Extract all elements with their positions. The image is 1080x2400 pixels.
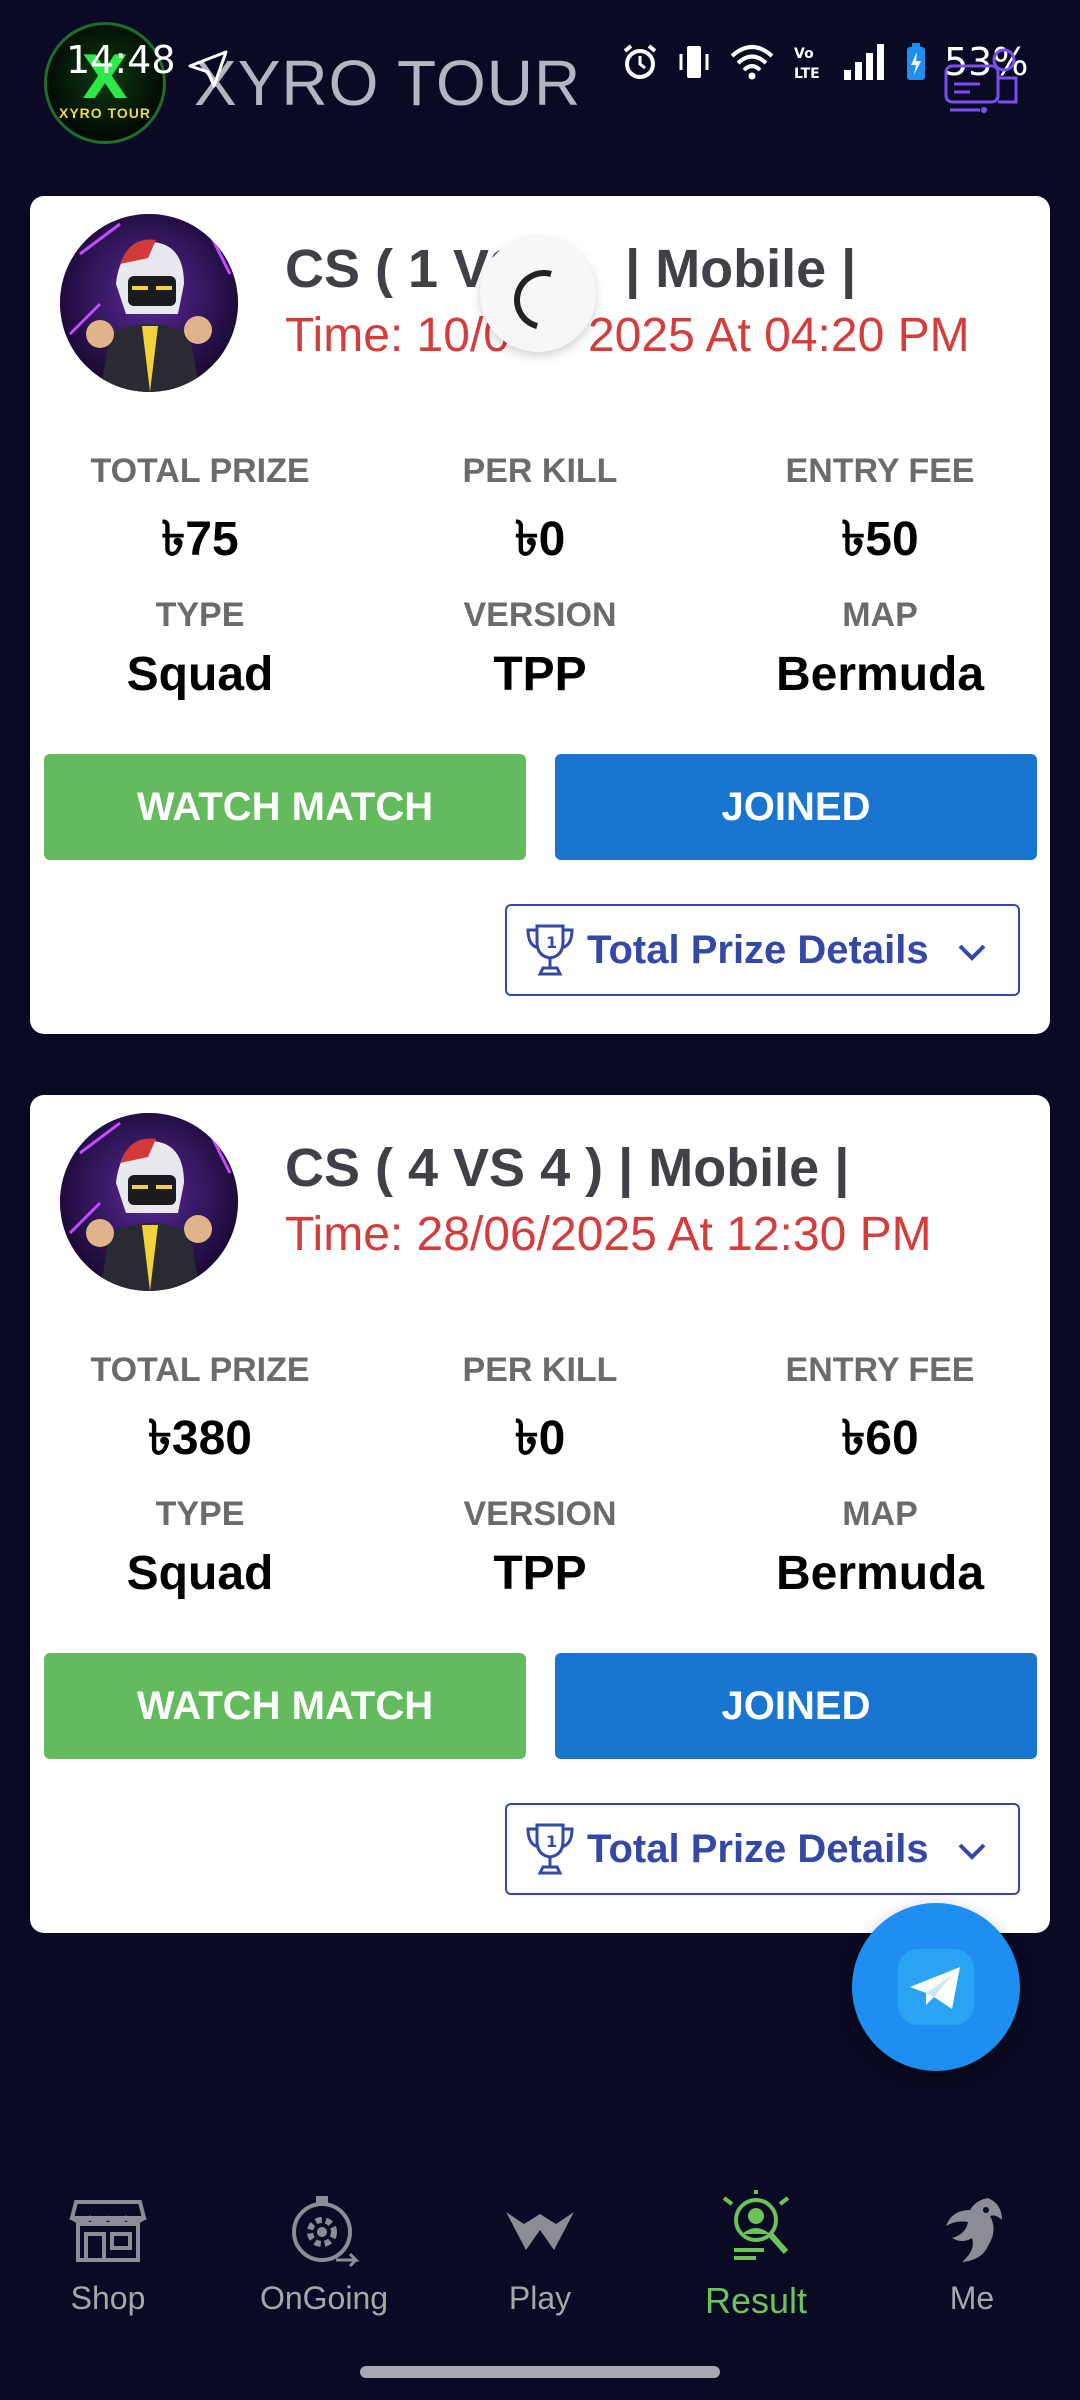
stat-map: MAP Bermuda bbox=[775, 1495, 985, 1600]
wifi-icon bbox=[730, 45, 774, 80]
watch-match-button[interactable]: WATCH MATCH bbox=[44, 754, 526, 860]
nav-item-shop[interactable]: Shop bbox=[0, 2170, 216, 2317]
svg-text:LTE: LTE bbox=[794, 66, 820, 82]
chevron-down-icon bbox=[958, 944, 986, 961]
play-icon bbox=[506, 2212, 574, 2250]
nav-item-play[interactable]: Play bbox=[432, 2170, 648, 2317]
prize-details-label: Total Prize Details bbox=[587, 1826, 929, 1871]
nav-item-ongoing[interactable]: OnGoing bbox=[216, 2170, 432, 2317]
total-prize-details-button[interactable]: 1 Total Prize Details bbox=[505, 1803, 1020, 1895]
trophy-icon: 1 bbox=[526, 924, 574, 976]
stat-per-kill: PER KILL ৳0 bbox=[462, 1351, 618, 1465]
battery-icon bbox=[907, 43, 925, 80]
status-time: 14:48 bbox=[66, 38, 176, 82]
match-title: CS ( 4 VS 4 ) | Mobile | bbox=[285, 1138, 850, 1198]
svg-text:Vo: Vo bbox=[794, 46, 814, 62]
home-indicator[interactable] bbox=[360, 2366, 720, 2378]
nav-item-result[interactable]: Result bbox=[648, 2170, 864, 2322]
result-icon bbox=[722, 2190, 790, 2260]
signal-icon bbox=[844, 44, 884, 80]
stat-version: VERSION TPP bbox=[463, 1495, 617, 1600]
match-card[interactable]: CS ( 4 VS 4 ) | Mobile | Time: 28/06/202… bbox=[30, 1095, 1050, 1933]
stat-version: VERSION TPP bbox=[463, 596, 617, 701]
stat-map: MAP Bermuda bbox=[775, 596, 985, 701]
watch-match-button[interactable]: WATCH MATCH bbox=[44, 1653, 526, 1759]
loading-spinner bbox=[480, 236, 596, 352]
circuit-icon[interactable] bbox=[940, 40, 1026, 126]
joined-button[interactable]: JOINED bbox=[555, 754, 1037, 860]
svg-text:1: 1 bbox=[546, 933, 557, 952]
telegram-icon bbox=[898, 1949, 974, 2025]
stat-type: TYPE Squad bbox=[126, 1495, 274, 1600]
match-time: Time: 10/0 2025 At 04:20 PM bbox=[285, 309, 970, 362]
stat-per-kill: PER KILL ৳0 bbox=[462, 452, 618, 566]
send-icon bbox=[188, 50, 228, 88]
trophy-icon: 1 bbox=[526, 1823, 574, 1875]
svg-text:1: 1 bbox=[546, 1832, 557, 1851]
dragon-icon bbox=[946, 2198, 1002, 2262]
chevron-down-icon bbox=[958, 1843, 986, 1860]
stat-entry-fee: ENTRY FEE ৳50 bbox=[785, 452, 975, 566]
match-avatar bbox=[60, 214, 238, 392]
vibrate-icon bbox=[679, 46, 709, 78]
app-title: XYRO TOUR bbox=[194, 47, 582, 119]
total-prize-details-button[interactable]: 1 Total Prize Details bbox=[505, 904, 1020, 996]
volte-icon: Vo LTE bbox=[794, 46, 820, 82]
stat-type: TYPE Squad bbox=[126, 596, 274, 701]
stat-entry-fee: ENTRY FEE ৳60 bbox=[785, 1351, 975, 1465]
match-card[interactable]: CS ( 1 VS | Mobile | Time: 10/0 2025 At 04… bbox=[30, 196, 1050, 1034]
logo-text: XYRO TOUR bbox=[59, 105, 151, 121]
stat-total-prize: TOTAL PRIZE ৳380 bbox=[90, 1351, 310, 1465]
joined-button[interactable]: JOINED bbox=[555, 1653, 1037, 1759]
prize-details-label: Total Prize Details bbox=[587, 927, 929, 972]
shop-icon bbox=[69, 2200, 147, 2262]
app-header: X XYRO TOUR 14:48 XYRO TOUR Vo LTE 53% bbox=[0, 0, 1080, 160]
nav-item-me[interactable]: Me bbox=[864, 2170, 1080, 2317]
ongoing-icon bbox=[292, 2196, 360, 2268]
telegram-fab-button[interactable] bbox=[852, 1903, 1020, 2071]
stat-total-prize: TOTAL PRIZE ৳75 bbox=[90, 452, 310, 566]
match-time: Time: 28/06/2025 At 12:30 PM bbox=[285, 1208, 932, 1261]
alarm-icon bbox=[623, 44, 657, 79]
match-avatar bbox=[60, 1113, 238, 1291]
